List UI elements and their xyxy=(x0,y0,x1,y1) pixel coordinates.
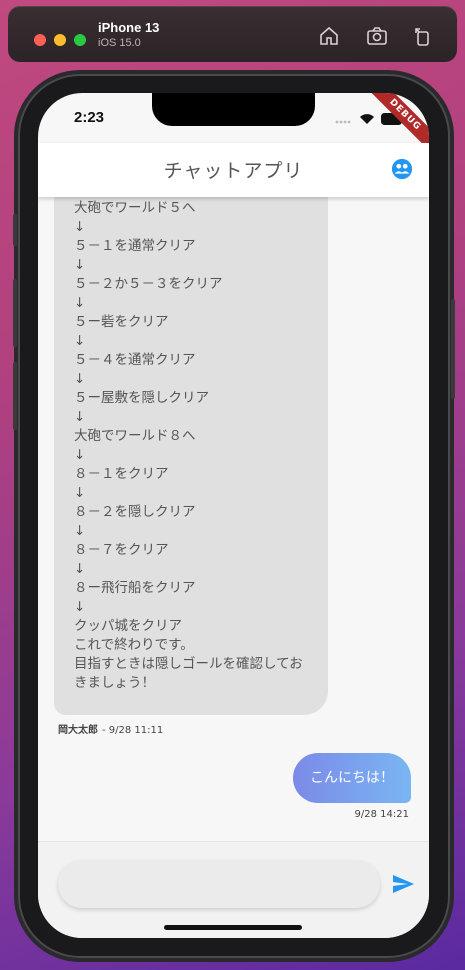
message-line: ８－７をクリア xyxy=(74,542,169,558)
volume-down-button xyxy=(13,362,17,430)
power-button xyxy=(451,299,455,399)
message-line: ↓ xyxy=(74,257,86,273)
sent-message-bubble: こんにちは！ xyxy=(293,753,411,803)
simulator-titlebar: iPhone 13 iOS 15.0 xyxy=(8,6,457,62)
message-line: ５ー砦をクリア xyxy=(74,314,169,330)
message-line: ８－２を隠しクリア xyxy=(74,504,196,520)
message-line: ↓ xyxy=(74,371,86,387)
rotate-icon[interactable] xyxy=(411,24,435,48)
message-line: ↓ xyxy=(74,561,86,577)
message-line: これで終わりです。 xyxy=(74,637,194,653)
minimize-window-button[interactable] xyxy=(54,34,66,46)
message-line: ８ー飛行船をクリア xyxy=(74,580,196,596)
message-line: ↓ xyxy=(74,447,86,463)
message-line: 大砲でワールド８へ xyxy=(74,428,196,444)
sender-name: 岡大太郎 xyxy=(58,725,98,736)
message-timestamp: - 9/28 11:11 xyxy=(102,725,164,736)
close-window-button[interactable] xyxy=(34,34,46,46)
message-line: 目指すときは隠しゴールを確認してお xyxy=(74,656,303,672)
message-line: ５－２か５－３をクリア xyxy=(74,276,223,292)
message-line: ５ー屋敷を隠しクリア xyxy=(74,390,209,406)
message-line: 大砲でワールド５へ xyxy=(74,200,196,216)
message-line: ５－４を通常クリア xyxy=(74,352,196,368)
message-input-area xyxy=(38,841,429,938)
received-message-bubble: 大砲でワールド５へ ↓ ５－１を通常クリア ↓ ５－２か５－３をクリア ↓ ５ー… xyxy=(54,183,328,715)
wifi-icon xyxy=(359,110,375,129)
message-line: きましょう！ xyxy=(74,675,155,691)
message-line: クッパ城をクリア xyxy=(74,618,182,634)
status-time: 2:23 xyxy=(74,109,105,126)
app-screen: 2:23 DEBUG チャットアプリ 大砲でワールド５へ ↓ ５－１を通常クリア… xyxy=(38,93,429,938)
app-bar: チャットアプリ xyxy=(38,143,429,197)
message-line: ５－１を通常クリア xyxy=(74,238,196,254)
message-meta: 岡大太郎 - 9/28 11:11 xyxy=(58,721,163,736)
message-line: ↓ xyxy=(74,523,86,539)
os-version: iOS 15.0 xyxy=(98,37,141,49)
mute-switch xyxy=(13,214,17,246)
people-icon[interactable] xyxy=(391,158,413,180)
volume-up-button xyxy=(13,279,17,347)
notch xyxy=(152,93,315,126)
home-indicator xyxy=(164,925,302,930)
message-line: ↓ xyxy=(74,485,86,501)
zoom-window-button[interactable] xyxy=(74,34,86,46)
app-title: チャットアプリ xyxy=(163,160,304,182)
message-line: ↓ xyxy=(74,295,86,311)
message-line: ８－１をクリア xyxy=(74,466,169,482)
sent-message-timestamp: 9/28 14:21 xyxy=(354,809,409,820)
message-input[interactable] xyxy=(58,860,380,908)
message-line: ↓ xyxy=(74,599,86,615)
message-line: ↓ xyxy=(74,333,86,349)
message-line: ↓ xyxy=(74,219,86,235)
screenshot-icon[interactable] xyxy=(365,24,389,48)
send-icon[interactable] xyxy=(391,872,415,896)
signal-icon xyxy=(335,110,353,129)
home-icon[interactable] xyxy=(317,24,341,48)
device-name: iPhone 13 xyxy=(98,20,160,35)
message-line: ↓ xyxy=(74,409,86,425)
